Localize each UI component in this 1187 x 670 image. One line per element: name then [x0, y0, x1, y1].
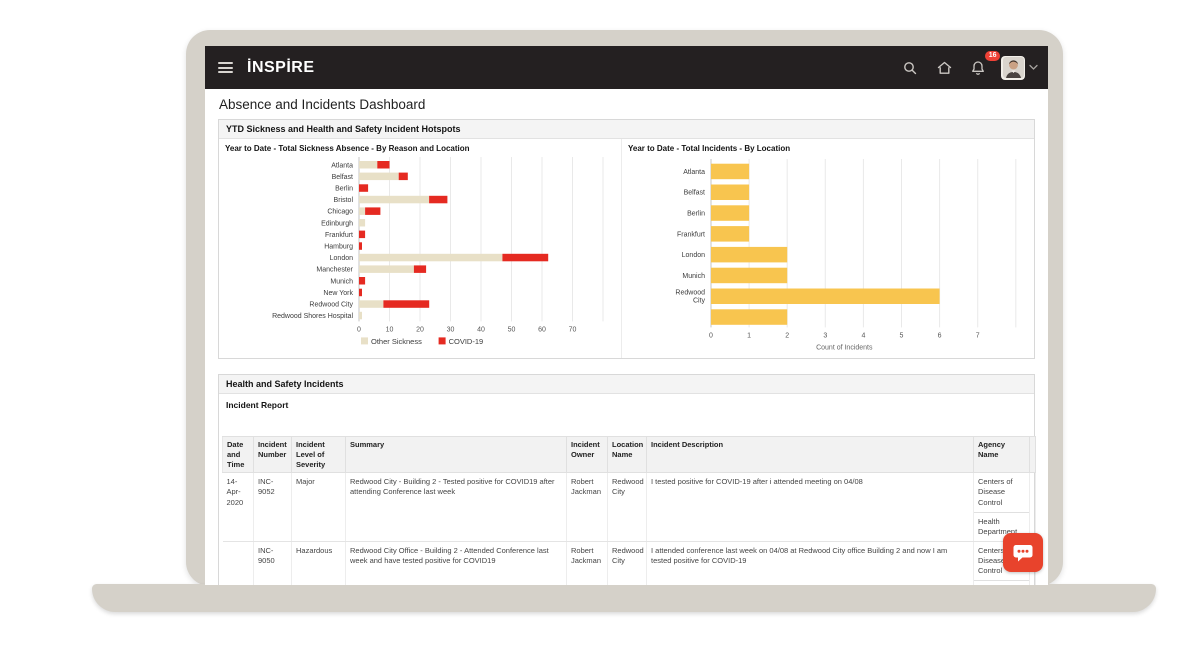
svg-text:Berlin: Berlin: [687, 211, 705, 218]
cell-description: I attended conference last week on 04/08…: [647, 541, 974, 585]
agency-entry: Health Department: [974, 580, 1029, 585]
incident-report-table: Date and TimeIncident NumberIncident Lev…: [222, 436, 1036, 585]
incident-report-title: Incident Report: [219, 394, 1034, 412]
svg-text:London: London: [330, 255, 353, 262]
svg-text:Frankfurt: Frankfurt: [325, 232, 353, 239]
chat-dots-icon: [1012, 543, 1034, 563]
cell-incident-number: INC-9050: [254, 541, 292, 585]
laptop-screen: İNSPİRE 16 Absence and Incidents Dashboa…: [205, 46, 1048, 585]
svg-text:0: 0: [357, 326, 361, 333]
svg-text:Munich: Munich: [682, 273, 705, 280]
table-header-row: Date and TimeIncident NumberIncident Lev…: [223, 437, 1036, 473]
svg-text:20: 20: [416, 326, 424, 333]
svg-text:Manchester: Manchester: [316, 267, 353, 274]
page: İNSPİRE 16 Absence and Incidents Dashboa…: [0, 0, 1187, 670]
svg-text:Berlin: Berlin: [335, 186, 353, 193]
incidents-card-title: Health and Safety Incidents: [219, 375, 1034, 394]
svg-text:5: 5: [900, 332, 904, 339]
svg-text:Count of Incidents: Count of Incidents: [816, 344, 873, 351]
cell-agency: Centers of Disease ControlHealth Departm…: [974, 473, 1030, 542]
svg-text:10: 10: [386, 326, 394, 333]
notification-badge: 16: [985, 51, 1000, 61]
sickness-chart-title: Year to Date - Total Sickness Absence - …: [219, 139, 621, 155]
sickness-absence-chart[interactable]: Atlanta Belfast Berlin Bristol Chicago Edinbu…: [219, 155, 621, 358]
svg-text:Hamburg: Hamburg: [324, 244, 353, 251]
page-title: Absence and Incidents Dashboard: [205, 89, 1048, 119]
cell-date: 14-Apr-2020: [223, 473, 254, 542]
incidents-by-location-chart[interactable]: Atlanta Belfast Berlin Frankfurt London Munic…: [622, 155, 1034, 358]
svg-text:Bristol: Bristol: [334, 197, 354, 204]
cell-summary: Redwood City Office - Building 2 - Atten…: [346, 541, 567, 585]
home-icon[interactable]: [929, 56, 959, 80]
svg-text:1: 1: [747, 332, 751, 339]
svg-text:Redwood: Redwood: [675, 290, 705, 297]
cell-incident-number: INC-9052: [254, 473, 292, 542]
charts-row: Year to Date - Total Sickness Absence - …: [219, 139, 1034, 358]
cell-location: Redwood City: [608, 473, 647, 542]
table-row: INC-9050HazardousRedwood City Office - B…: [223, 541, 1036, 585]
svg-text:40: 40: [477, 326, 485, 333]
svg-text:6: 6: [938, 332, 942, 339]
incidents-chart-panel: Year to Date - Total Incidents - By Loca…: [621, 139, 1034, 358]
svg-text:2: 2: [785, 332, 789, 339]
cell-date: [223, 541, 254, 585]
svg-text:Frankfurt: Frankfurt: [677, 231, 705, 238]
hotspots-card: YTD Sickness and Health and Safety Incid…: [218, 119, 1035, 359]
cell-owner: Robert Jackman: [567, 473, 608, 542]
svg-text:City: City: [693, 298, 706, 305]
column-header-filler: [1030, 437, 1036, 473]
cell-owner: Robert Jackman: [567, 541, 608, 585]
svg-text:Atlanta: Atlanta: [683, 169, 705, 176]
column-header[interactable]: Summary: [346, 437, 567, 473]
svg-text:Munich: Munich: [330, 278, 353, 285]
app-logo: İNSPİRE: [247, 59, 315, 77]
svg-text:London: London: [682, 252, 705, 259]
cell-filler: [1030, 473, 1036, 542]
agency-entry: Centers of Disease Control: [974, 473, 1029, 511]
column-header[interactable]: Incident Number: [254, 437, 292, 473]
incidents-chart-title: Year to Date - Total Incidents - By Loca…: [622, 139, 1034, 155]
svg-text:4: 4: [861, 332, 865, 339]
column-header[interactable]: Location Name: [608, 437, 647, 473]
hotspots-card-title: YTD Sickness and Health and Safety Incid…: [219, 120, 1034, 139]
sickness-chart-panel: Year to Date - Total Sickness Absence - …: [219, 139, 621, 358]
column-header[interactable]: Incident Owner: [567, 437, 608, 473]
svg-text:Belfast: Belfast: [332, 174, 353, 181]
chevron-down-icon[interactable]: [1029, 64, 1038, 71]
notifications-bell-icon[interactable]: 16: [963, 56, 993, 80]
cell-severity: Major: [292, 473, 346, 542]
svg-text:3: 3: [823, 332, 827, 339]
svg-text:70: 70: [569, 326, 577, 333]
laptop-base: [92, 584, 1156, 612]
svg-text:Belfast: Belfast: [684, 190, 705, 197]
column-header[interactable]: Incident Description: [647, 437, 974, 473]
svg-text:50: 50: [508, 326, 516, 333]
cell-location: Redwood City: [608, 541, 647, 585]
cell-description: I tested positive for COVID-19 after i a…: [647, 473, 974, 542]
cell-summary: Redwood City - Building 2 - Tested posit…: [346, 473, 567, 542]
svg-text:New York: New York: [323, 290, 353, 297]
app-header: İNSPİRE 16: [205, 46, 1048, 89]
column-header[interactable]: Incident Level of Severity: [292, 437, 346, 473]
search-icon[interactable]: [895, 56, 925, 80]
svg-text:Atlanta: Atlanta: [331, 162, 353, 169]
svg-text:30: 30: [447, 326, 455, 333]
avatar[interactable]: [1001, 56, 1025, 80]
svg-text:Edinburgh: Edinburgh: [321, 220, 353, 227]
column-header[interactable]: Date and Time: [223, 437, 254, 473]
chat-fab-button[interactable]: [1003, 533, 1043, 572]
menu-icon[interactable]: [218, 62, 233, 73]
svg-text:Chicago: Chicago: [327, 209, 353, 216]
svg-text:COVID-19: COVID-19: [449, 337, 484, 346]
column-header[interactable]: Agency Name: [974, 437, 1030, 473]
table-row: 14-Apr-2020INC-9052MajorRedwood City - B…: [223, 473, 1036, 542]
svg-text:Redwood Shores Hospital: Redwood Shores Hospital: [272, 313, 353, 320]
incidents-card: Health and Safety Incidents Incident Rep…: [218, 374, 1035, 585]
svg-text:Other Sickness: Other Sickness: [371, 337, 422, 346]
svg-text:7: 7: [976, 332, 980, 339]
svg-text:0: 0: [709, 332, 713, 339]
svg-text:Redwood City: Redwood City: [309, 302, 353, 309]
svg-text:60: 60: [538, 326, 546, 333]
cell-severity: Hazardous: [292, 541, 346, 585]
